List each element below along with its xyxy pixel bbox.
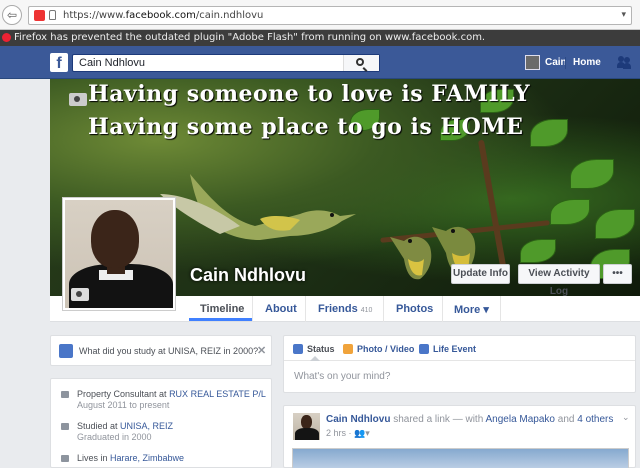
url-path: /cain.ndhlovu — [195, 10, 264, 21]
composer-divider — [284, 360, 635, 361]
profile-question-text[interactable]: What did you study at UNISA, REIZ in 200… — [79, 346, 258, 356]
lock-icon — [49, 10, 56, 20]
tab-divider — [442, 296, 443, 322]
more-options-button[interactable]: ••• — [603, 264, 632, 284]
audience-selector-icon[interactable]: 👥▾ — [354, 428, 370, 438]
close-icon[interactable]: ✕ — [257, 344, 266, 357]
tab-divider — [500, 296, 501, 322]
work-prefix: Property Consultant at — [77, 389, 170, 399]
tab-divider — [305, 296, 306, 322]
post-timestamp[interactable]: 2 hrs · — [326, 428, 354, 438]
lives-prefix: Lives in — [77, 453, 111, 463]
warning-icon — [2, 33, 11, 42]
url-host: facebook.com — [125, 10, 196, 21]
tab-photos[interactable]: Photos — [396, 303, 433, 315]
post-options-chevron-icon[interactable]: ⌄ — [622, 412, 630, 423]
nav-avatar[interactable] — [525, 55, 540, 70]
tab-about[interactable]: About — [265, 303, 297, 315]
cover-quote-line-1: Having someone to love is FAMILY — [88, 81, 531, 107]
friends-count: 410 — [360, 307, 373, 314]
briefcase-icon — [61, 391, 69, 398]
others-link[interactable]: 4 others — [577, 414, 613, 425]
composer-tab-photo-video[interactable]: Photo / Video — [343, 344, 414, 354]
tab-timeline[interactable]: Timeline — [200, 303, 244, 315]
update-info-button[interactable]: Update Info — [451, 264, 510, 284]
view-activity-log-button[interactable]: View Activity Log — [518, 264, 600, 296]
tab-divider — [383, 296, 384, 322]
profile-question-card: What did you study at UNISA, REIZ in 200… — [50, 335, 272, 366]
composer-tab-status[interactable]: Status — [293, 344, 335, 354]
tagged-friend-link[interactable]: Angela Mapako — [486, 414, 556, 425]
change-profile-picture-camera-icon[interactable] — [71, 288, 89, 301]
friend-body-2 — [623, 63, 631, 69]
address-bar[interactable]: https://www.facebook.com/cain.ndhlovu ▾ — [28, 6, 632, 25]
intro-card: Property Consultant at RUX REAL ESTATE P… — [50, 378, 272, 468]
tab-friends-label: Friends — [318, 303, 358, 315]
school-link[interactable]: UNISA, REIZ — [120, 421, 173, 431]
study-prefix: Studied at — [77, 421, 121, 431]
post-header: Cain Ndhlovu shared a link — with Angela… — [326, 414, 613, 425]
url-text: https://www.facebook.com/cain.ndhlovu — [63, 10, 263, 21]
flying-bird — [160, 174, 356, 240]
city-link[interactable]: Harare, Zimbabwe — [110, 453, 184, 463]
url-dropdown-icon[interactable]: ▾ — [621, 9, 626, 20]
post-composer: Status Photo / Video Life Event What's o… — [283, 335, 636, 393]
post-meta: 2 hrs · 👥▾ — [326, 428, 370, 439]
flag-icon — [419, 344, 429, 354]
composer-status-label: Status — [307, 344, 335, 354]
work-dates: August 2011 to present — [77, 400, 170, 410]
search-icon — [356, 58, 364, 66]
post-author-link[interactable]: Cain Ndhlovu — [326, 414, 390, 425]
back-arrow-icon[interactable]: ⇦ — [2, 5, 22, 25]
portrait-head — [91, 210, 139, 268]
timeline-post: Cain Ndhlovu shared a link — with Angela… — [283, 405, 636, 468]
post-and-text: and — [555, 414, 578, 425]
profile-name[interactable]: Cain Ndhlovu — [190, 265, 306, 286]
nav-divider — [565, 57, 566, 69]
friend-requests-icon[interactable] — [617, 56, 631, 69]
facebook-logo-icon[interactable]: f — [50, 53, 68, 72]
cover-quote-line-2: Having some place to go is HOME — [88, 114, 524, 140]
notice-text: Firefox has prevented the outdated plugi… — [14, 32, 486, 43]
education-text: Studied at UNISA, REIZ — [77, 421, 173, 431]
shared-link-image[interactable] — [292, 448, 629, 468]
search-value: Cain Ndhlovu — [79, 57, 146, 69]
plugin-blocked-notice: Firefox has prevented the outdated plugi… — [0, 30, 640, 46]
tab-more[interactable]: More ▾ — [454, 303, 489, 316]
composer-life-event-label: Life Event — [433, 344, 477, 354]
pencil-icon — [59, 344, 73, 358]
camera-icon — [343, 344, 353, 354]
tab-friends[interactable]: Friends 410 — [318, 303, 372, 315]
composer-photo-label: Photo / Video — [357, 344, 415, 354]
status-pencil-icon — [293, 344, 303, 354]
url-prefix: https://www. — [63, 10, 126, 21]
post-action-text: shared a link — with — [390, 414, 486, 425]
work-text: Property Consultant at RUX REAL ESTATE P… — [77, 389, 266, 399]
profile-picture-image — [65, 200, 173, 308]
employer-link[interactable]: RUX REAL ESTATE P/L — [169, 389, 266, 399]
active-tab-indicator — [189, 318, 252, 321]
tab-divider — [252, 296, 253, 322]
home-icon — [61, 455, 69, 462]
profile-picture[interactable] — [62, 197, 176, 311]
graduation-cap-icon — [61, 423, 69, 430]
nav-home-link[interactable]: Home — [573, 57, 601, 68]
change-cover-camera-icon[interactable] — [69, 93, 87, 106]
graduation-year: Graduated in 2000 — [77, 432, 152, 442]
site-identity-icon[interactable] — [34, 10, 45, 21]
residence-text: Lives in Harare, Zimbabwe — [77, 453, 184, 463]
search-input[interactable]: Cain Ndhlovu — [72, 54, 380, 72]
search-button[interactable] — [343, 55, 379, 71]
composer-tab-life-event[interactable]: Life Event — [419, 344, 476, 354]
status-input[interactable]: What's on your mind? — [294, 371, 390, 382]
facebook-top-bar: f Cain Ndhlovu Cain Home — [0, 46, 640, 79]
post-author-avatar[interactable] — [293, 413, 320, 440]
nav-profile-link[interactable]: Cain — [545, 57, 567, 68]
browser-toolbar: ⇦ https://www.facebook.com/cain.ndhlovu … — [0, 0, 640, 30]
active-composer-caret — [310, 356, 320, 361]
